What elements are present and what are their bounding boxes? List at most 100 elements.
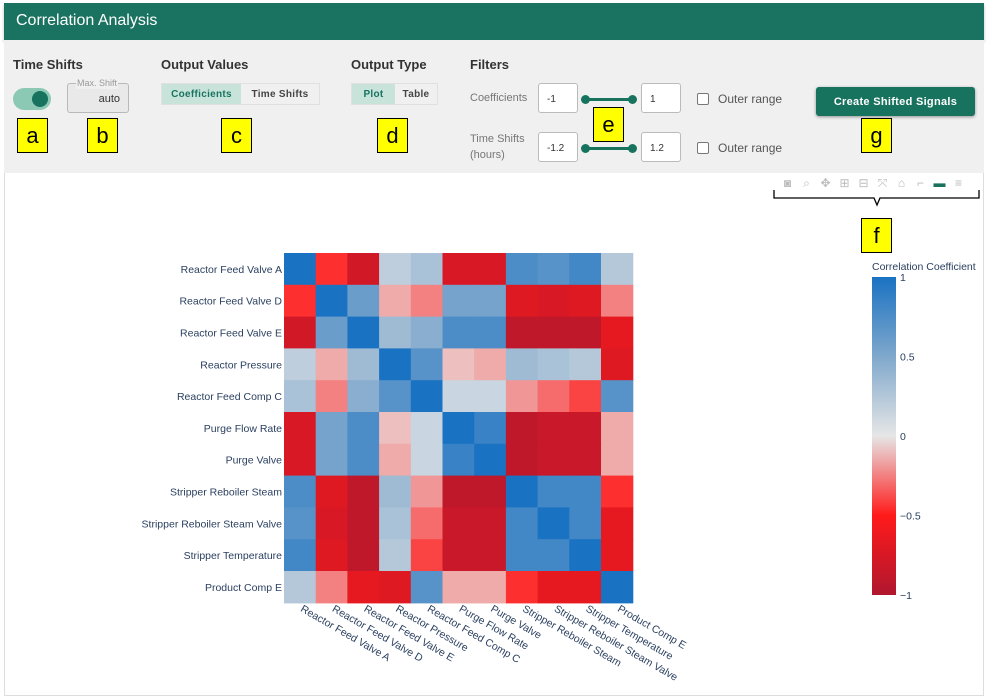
heatmap-cell[interactable]	[569, 316, 602, 349]
heatmap-cell[interactable]	[347, 443, 380, 477]
heatmap-cell[interactable]	[442, 571, 475, 604]
heatmap-cell[interactable]	[410, 571, 444, 604]
heatmap-cell[interactable]	[537, 571, 570, 604]
heatmap-cell[interactable]	[601, 475, 634, 508]
heatmap-cell[interactable]	[315, 284, 348, 318]
heatmap-cell[interactable]	[537, 539, 570, 572]
heatmap-cell[interactable]	[601, 443, 634, 477]
heatmap-cell[interactable]	[315, 316, 348, 349]
heatmap-cell[interactable]	[379, 284, 412, 318]
heatmap-cell[interactable]	[410, 284, 444, 318]
heatmap-cell[interactable]	[284, 316, 317, 349]
heatmap-cell[interactable]	[284, 284, 317, 318]
heatmap-cell[interactable]	[505, 253, 539, 286]
heatmap-cell[interactable]	[505, 571, 539, 604]
heatmap-cell[interactable]	[537, 253, 570, 286]
heatmap-cell[interactable]	[379, 475, 412, 508]
heatmap-cell[interactable]	[505, 380, 539, 413]
heatmap-cell[interactable]	[410, 443, 444, 477]
heatmap-cell[interactable]	[379, 571, 412, 604]
heatmap-cell[interactable]	[410, 380, 444, 413]
heatmap-cell[interactable]	[410, 253, 444, 286]
heatmap-cell[interactable]	[315, 571, 348, 604]
heatmap-cell[interactable]	[569, 443, 602, 477]
heatmap-cell[interactable]	[410, 316, 444, 349]
heatmap-cell[interactable]	[347, 412, 380, 445]
heatmap-cell[interactable]	[442, 380, 475, 413]
heatmap-cell[interactable]	[537, 348, 570, 381]
heatmap-cell[interactable]	[601, 507, 634, 540]
heatmap-cell[interactable]	[284, 412, 317, 445]
heatmap-cell[interactable]	[410, 348, 444, 381]
heatmap-cell[interactable]	[537, 316, 570, 349]
heatmap-cell[interactable]	[347, 571, 380, 604]
heatmap-cell[interactable]	[505, 412, 539, 445]
heatmap-cell[interactable]	[505, 316, 539, 349]
heatmap-cell[interactable]	[569, 348, 602, 381]
heatmap-cell[interactable]	[569, 412, 602, 445]
heatmap-cell[interactable]	[601, 380, 634, 413]
heatmap-cell[interactable]	[284, 571, 317, 604]
heatmap-cell[interactable]	[315, 380, 348, 413]
heatmap-cell[interactable]	[569, 253, 602, 286]
heatmap-cell[interactable]	[601, 539, 634, 572]
heatmap-cell[interactable]	[315, 443, 348, 477]
heatmap-cell[interactable]	[442, 475, 475, 508]
heatmap-cell[interactable]	[474, 539, 507, 572]
heatmap-cell[interactable]	[474, 475, 507, 508]
heatmap-cell[interactable]	[474, 380, 507, 413]
heatmap-cell[interactable]	[442, 253, 475, 286]
heatmap-cell[interactable]	[474, 571, 507, 604]
heatmap-cell[interactable]	[284, 380, 317, 413]
heatmap-cell[interactable]	[505, 348, 539, 381]
heatmap-cell[interactable]	[315, 539, 348, 572]
heatmap-cell[interactable]	[569, 380, 602, 413]
heatmap-cell[interactable]	[474, 348, 507, 381]
heatmap-cell[interactable]	[442, 412, 475, 445]
heatmap-cell[interactable]	[315, 507, 348, 540]
heatmap-cell[interactable]	[379, 539, 412, 572]
heatmap-cell[interactable]	[284, 507, 317, 540]
heatmap-cell[interactable]	[442, 539, 475, 572]
heatmap-cell[interactable]	[474, 316, 507, 349]
heatmap-cell[interactable]	[537, 443, 570, 477]
heatmap-cell[interactable]	[505, 507, 539, 540]
heatmap-cell[interactable]	[537, 380, 570, 413]
heatmap-cell[interactable]	[474, 253, 507, 286]
heatmap-cell[interactable]	[347, 539, 380, 572]
heatmap-cell[interactable]	[601, 284, 634, 318]
heatmap-cell[interactable]	[315, 253, 348, 286]
heatmap-cell[interactable]	[537, 507, 570, 540]
heatmap-cell[interactable]	[505, 539, 539, 572]
heatmap-cell[interactable]	[379, 412, 412, 445]
heatmap-cell[interactable]	[347, 380, 380, 413]
heatmap-cell[interactable]	[505, 443, 539, 477]
heatmap-cell[interactable]	[569, 539, 602, 572]
heatmap-cell[interactable]	[347, 348, 380, 381]
heatmap-cell[interactable]	[347, 284, 380, 318]
heatmap-cell[interactable]	[569, 571, 602, 604]
heatmap-cell[interactable]	[284, 348, 317, 381]
heatmap-cell[interactable]	[505, 284, 539, 318]
heatmap-cell[interactable]	[601, 412, 634, 445]
heatmap-cell[interactable]	[379, 316, 412, 349]
heatmap-cell[interactable]	[347, 253, 380, 286]
heatmap-cell[interactable]	[379, 380, 412, 413]
heatmap-cell[interactable]	[537, 412, 570, 445]
heatmap-cell[interactable]	[474, 507, 507, 540]
heatmap-cell[interactable]	[569, 475, 602, 508]
heatmap-cell[interactable]	[284, 443, 317, 477]
heatmap-cell[interactable]	[442, 316, 475, 349]
heatmap-cell[interactable]	[442, 284, 475, 318]
heatmap-cell[interactable]	[442, 348, 475, 381]
heatmap-cell[interactable]	[379, 507, 412, 540]
heatmap-cell[interactable]	[442, 443, 475, 477]
heatmap-cell[interactable]	[284, 253, 317, 286]
heatmap-cell[interactable]	[379, 443, 412, 477]
heatmap-cell[interactable]	[505, 475, 539, 508]
heatmap-cell[interactable]	[315, 348, 348, 381]
heatmap-cell[interactable]	[347, 475, 380, 508]
heatmap-cell[interactable]	[442, 507, 475, 540]
heatmap-cell[interactable]	[537, 475, 570, 508]
heatmap-cell[interactable]	[537, 284, 570, 318]
